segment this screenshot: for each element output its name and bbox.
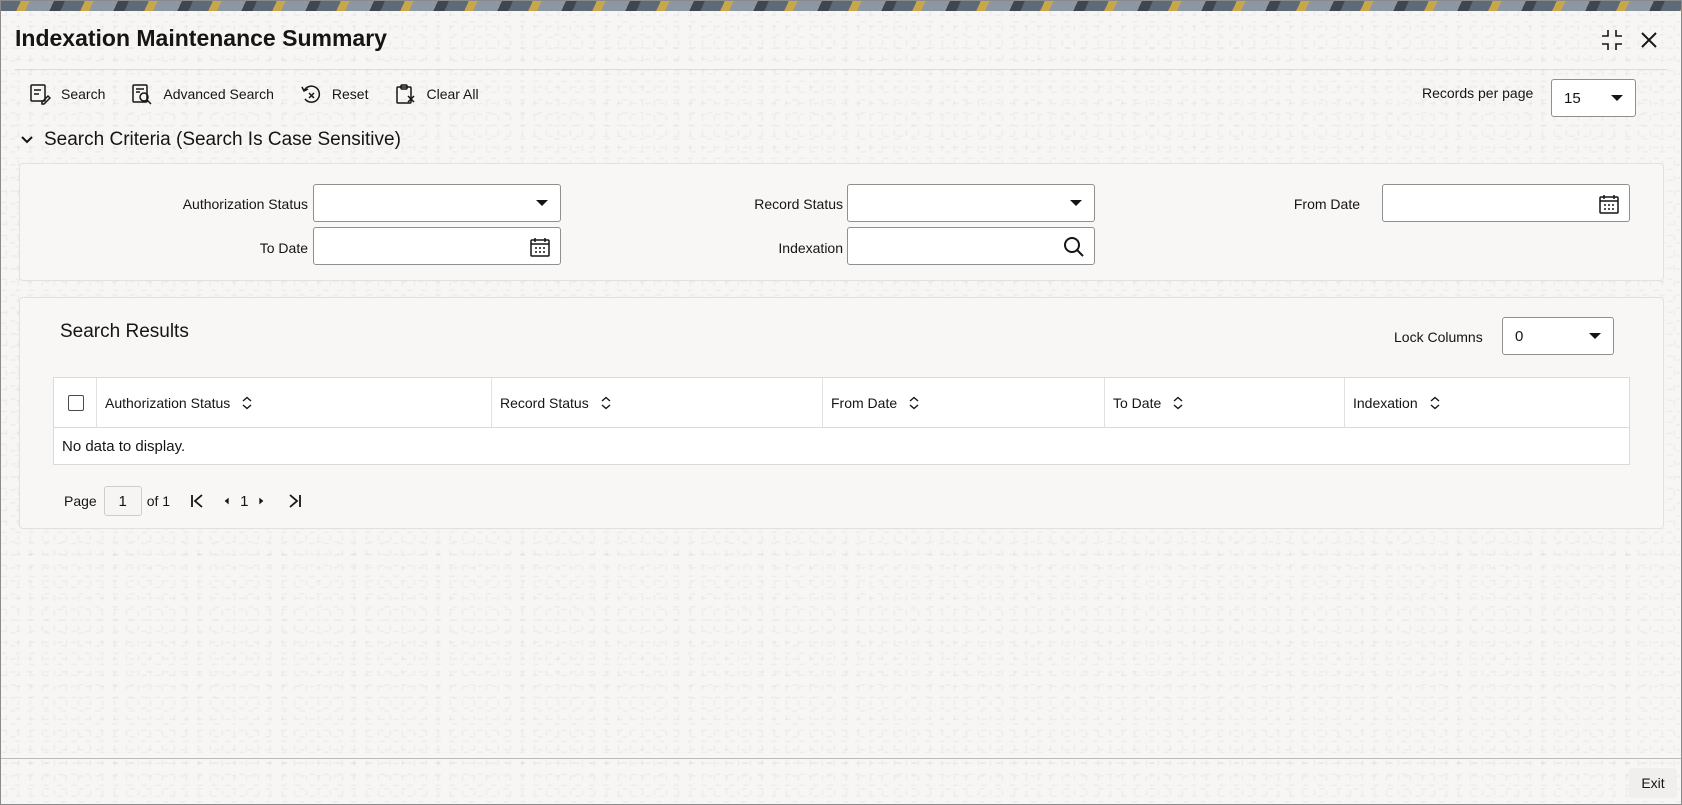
- authorization-status-label: Authorization Status: [182, 196, 308, 212]
- indexation-field[interactable]: [847, 227, 1095, 265]
- table-header: Authorization Status Record Status From …: [54, 378, 1629, 428]
- close-icon[interactable]: [1636, 27, 1662, 53]
- chevron-down-icon: [536, 200, 548, 206]
- calendar-icon[interactable]: [528, 235, 552, 259]
- reset-button-label: Reset: [331, 86, 369, 102]
- calendar-icon[interactable]: [1597, 192, 1621, 216]
- authorization-status-select[interactable]: [313, 184, 561, 222]
- magnifier-icon[interactable]: [1062, 235, 1086, 259]
- indexation-label: Indexation: [778, 240, 843, 256]
- records-per-page-value: 15: [1564, 89, 1581, 107]
- chevron-down-icon: [1070, 200, 1082, 206]
- to-date-field[interactable]: [313, 227, 561, 265]
- chevron-down-icon: [21, 136, 33, 144]
- column-label: From Date: [831, 394, 898, 411]
- select-all-checkbox[interactable]: [68, 394, 84, 411]
- empty-message: No data to display.: [62, 438, 186, 455]
- lock-columns-value: 0: [1515, 327, 1524, 345]
- title-divider: [15, 69, 1667, 70]
- page-input[interactable]: 1: [103, 486, 142, 516]
- chevron-down-icon: [1611, 95, 1623, 101]
- column-label: Record Status: [500, 394, 589, 411]
- column-to-date[interactable]: To Date: [1105, 378, 1345, 427]
- advanced-search-button[interactable]: Advanced Search: [131, 83, 274, 105]
- page-title: Indexation Maintenance Summary: [15, 25, 387, 51]
- search-icon: [30, 84, 51, 105]
- search-button-label: Search: [61, 86, 106, 102]
- column-record-status[interactable]: Record Status: [492, 378, 823, 427]
- first-page-icon[interactable]: [188, 492, 206, 510]
- lock-columns-label: Lock Columns: [1394, 329, 1483, 345]
- sort-icon: [601, 396, 611, 409]
- page-label: Page: [64, 493, 97, 509]
- page-input-value: 1: [118, 492, 127, 510]
- to-date-label: To Date: [259, 240, 308, 256]
- exit-button[interactable]: Exit: [1629, 768, 1677, 798]
- last-page-icon[interactable]: [286, 492, 304, 510]
- column-from-date[interactable]: From Date: [823, 378, 1105, 427]
- clear-all-button-label: Clear All: [426, 86, 479, 102]
- current-page-number: 1: [240, 492, 249, 510]
- reset-icon: [301, 85, 320, 103]
- toolbar: Search Advanced Search Reset Clear All: [29, 83, 505, 105]
- advanced-search-button-label: Advanced Search: [163, 86, 274, 102]
- select-all-cell: [54, 378, 97, 427]
- header-banner: [1, 1, 1681, 11]
- next-page-icon[interactable]: [256, 492, 268, 510]
- chevron-down-icon: [1589, 333, 1601, 339]
- clear-all-icon: [396, 84, 415, 104]
- column-label: To Date: [1113, 394, 1162, 411]
- footer-divider: [1, 758, 1681, 759]
- record-status-select[interactable]: [847, 184, 1095, 222]
- column-indexation[interactable]: Indexation: [1345, 378, 1629, 427]
- from-date-label: From Date: [1293, 196, 1360, 212]
- pagination: Page 1 of 1 1: [64, 486, 304, 516]
- page-count-label: of 1: [146, 493, 171, 509]
- indexation-summary-window: Indexation Maintenance Summary Search Ad…: [0, 0, 1682, 805]
- search-criteria-toggle[interactable]: Search Criteria (Search Is Case Sensitiv…: [19, 129, 401, 151]
- sort-icon: [909, 396, 919, 409]
- search-button[interactable]: Search: [29, 83, 105, 105]
- maximize-icon[interactable]: [1599, 27, 1625, 53]
- search-criteria-panel: Authorization Status Record Status From …: [19, 163, 1664, 281]
- search-criteria-title: Search Criteria (Search Is Case Sensitiv…: [44, 129, 401, 150]
- records-per-page-select[interactable]: 15: [1551, 79, 1636, 117]
- search-results-title: Search Results: [60, 321, 189, 342]
- clear-all-button[interactable]: Clear All: [394, 83, 479, 105]
- from-date-field[interactable]: [1382, 184, 1630, 222]
- column-label: Indexation: [1353, 394, 1418, 411]
- previous-page-icon[interactable]: [222, 492, 234, 510]
- records-per-page-label: Records per page: [1422, 85, 1534, 101]
- advanced-search-icon: [132, 84, 152, 105]
- sort-icon: [242, 396, 252, 409]
- column-authorization-status[interactable]: Authorization Status: [97, 378, 492, 427]
- lock-columns-select[interactable]: 0: [1502, 317, 1614, 355]
- reset-button[interactable]: Reset: [300, 83, 369, 105]
- results-table: Authorization Status Record Status From …: [53, 377, 1630, 465]
- sort-icon: [1430, 396, 1440, 409]
- record-status-label: Record Status: [754, 196, 843, 212]
- column-label: Authorization Status: [105, 394, 231, 411]
- sort-icon: [1173, 396, 1183, 409]
